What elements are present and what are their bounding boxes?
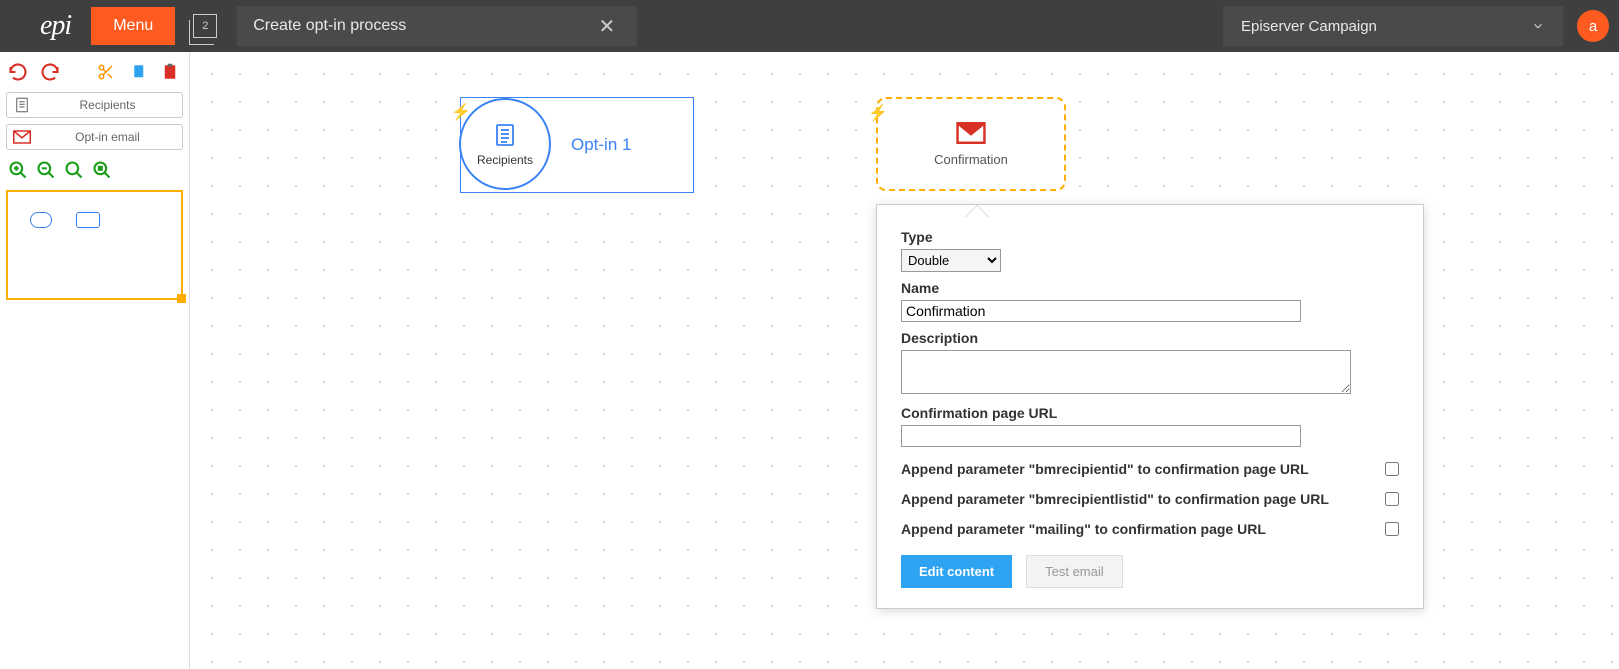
- confirmation-url-label: Confirmation page URL: [901, 405, 1399, 421]
- name-input[interactable]: [901, 300, 1301, 322]
- bolt-icon: ⚡: [868, 103, 888, 123]
- edit-content-button[interactable]: Edit content: [901, 555, 1012, 588]
- close-icon[interactable]: ✕: [592, 14, 621, 39]
- node-confirmation-label: Confirmation: [934, 152, 1008, 167]
- checkbox-bmrecipientid[interactable]: [1385, 462, 1399, 476]
- palette-label: Opt-in email: [39, 130, 176, 144]
- undo-icon[interactable]: [8, 62, 28, 82]
- checkbox-bmrecipientlistid[interactable]: [1385, 492, 1399, 506]
- palette-label: Recipients: [39, 98, 176, 112]
- type-label: Type: [901, 229, 1399, 245]
- node-properties-popup: Type Double Name Description Confirmatio…: [876, 204, 1424, 609]
- sidebar: Recipients Opt-in email: [0, 52, 190, 669]
- type-select[interactable]: Double: [901, 249, 1001, 272]
- node-opt-in-title: Opt-in 1: [571, 135, 631, 155]
- checkbox-bmrecipientlistid-label: Append parameter "bmrecipientlistid" to …: [901, 491, 1329, 507]
- mail-icon: [956, 122, 986, 144]
- zoom-fit-icon[interactable]: [64, 160, 84, 180]
- checkbox-bmrecipientid-label: Append parameter "bmrecipientid" to conf…: [901, 461, 1309, 477]
- node-recipients-label: Recipients: [477, 153, 533, 167]
- cut-icon[interactable]: [96, 62, 116, 82]
- zoom-out-icon[interactable]: [36, 160, 56, 180]
- palette-opt-in-email[interactable]: Opt-in email: [6, 124, 183, 150]
- description-label: Description: [901, 330, 1399, 346]
- node-confirmation[interactable]: ⚡ Confirmation: [876, 97, 1066, 191]
- file-icon: [13, 96, 31, 114]
- mail-icon: [13, 128, 31, 146]
- palette-recipients[interactable]: Recipients: [6, 92, 183, 118]
- chevron-down-icon: [1531, 19, 1545, 33]
- product-name: Episerver Campaign: [1241, 18, 1377, 35]
- paste-icon[interactable]: [160, 62, 180, 82]
- redo-icon[interactable]: [40, 62, 60, 82]
- zoom-in-icon[interactable]: [8, 160, 28, 180]
- minimap-resize-handle[interactable]: [177, 294, 186, 303]
- copy-icon[interactable]: [128, 62, 148, 82]
- zoom-reset-icon[interactable]: [92, 160, 112, 180]
- documents-count: 2: [202, 20, 208, 32]
- minimap[interactable]: [6, 190, 183, 300]
- documents-icon[interactable]: 2: [193, 14, 217, 38]
- file-icon: [493, 121, 517, 149]
- canvas[interactable]: ⚡ Recipients Opt-in 1 ⚡ Confirmation Typ…: [190, 52, 1619, 669]
- node-opt-in[interactable]: ⚡ Recipients Opt-in 1: [460, 97, 694, 193]
- checkbox-mailing-label: Append parameter "mailing" to confirmati…: [901, 521, 1266, 537]
- confirmation-url-input[interactable]: [901, 425, 1301, 447]
- menu-button[interactable]: Menu: [91, 7, 175, 45]
- tab-title: Create opt-in process: [253, 17, 592, 35]
- tab-create-opt-in[interactable]: Create opt-in process ✕: [237, 6, 637, 46]
- checkbox-mailing[interactable]: [1385, 522, 1399, 536]
- description-textarea[interactable]: [901, 350, 1351, 394]
- test-email-button[interactable]: Test email: [1026, 555, 1123, 588]
- avatar[interactable]: a: [1577, 10, 1609, 42]
- node-recipients-circle[interactable]: Recipients: [459, 98, 551, 190]
- name-label: Name: [901, 280, 1399, 296]
- logo: epi: [40, 10, 71, 42]
- product-selector[interactable]: Episerver Campaign: [1223, 6, 1563, 46]
